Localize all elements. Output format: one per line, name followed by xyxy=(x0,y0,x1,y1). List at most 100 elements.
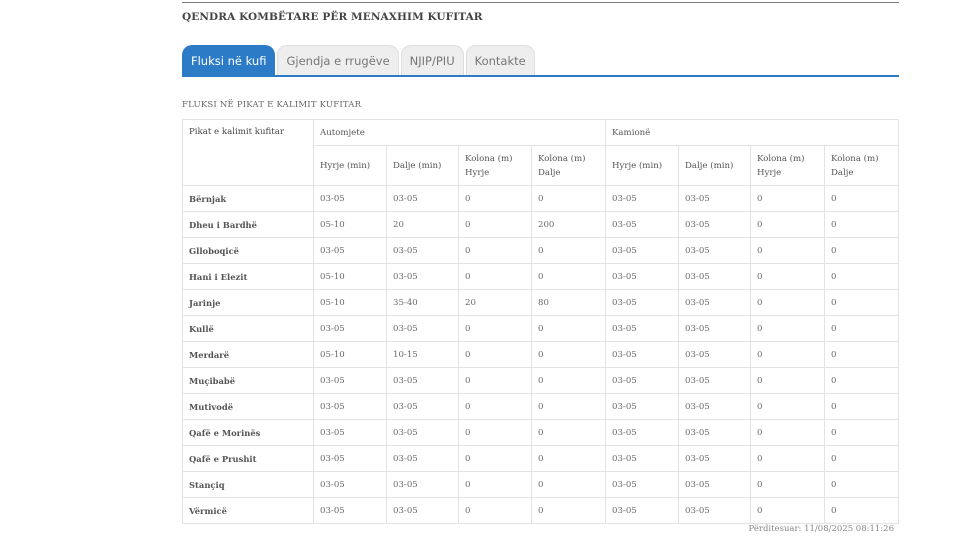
table-cell: 0 xyxy=(824,341,899,368)
table-cell: 0 xyxy=(531,237,606,264)
border-point-name: Qafë e Morinës xyxy=(182,419,314,446)
table-cell: 03-05 xyxy=(605,289,679,316)
table-cell: 03-05 xyxy=(386,315,459,342)
table-cell: 03-05 xyxy=(678,497,751,524)
border-point-name: Hani i Elezit xyxy=(182,263,314,290)
column-header: Hyrje (min) xyxy=(605,145,679,186)
table-cell: 03-05 xyxy=(605,445,679,472)
table-cell: 0 xyxy=(750,393,825,420)
table-cell: 0 xyxy=(824,367,899,394)
table-cell: 0 xyxy=(531,263,606,290)
table-cell: 80 xyxy=(531,289,606,316)
table-cell: 03-05 xyxy=(678,185,751,212)
table-cell: 0 xyxy=(458,393,532,420)
table-row: Stançiq 03-05 03-05 0 0 03-05 03-05 0 0 xyxy=(182,471,899,498)
table-cell: 03-05 xyxy=(678,211,751,238)
table-cell: 03-05 xyxy=(678,393,751,420)
tab-bar: Fluksi në kufi Gjendja e rrugëve NJIP/PI… xyxy=(182,44,537,75)
table-cell: 03-05 xyxy=(386,419,459,446)
table-cell: 0 xyxy=(750,445,825,472)
table-cell: 0 xyxy=(824,419,899,446)
table-cell: 03-05 xyxy=(386,367,459,394)
table-cell: 03-05 xyxy=(678,263,751,290)
border-point-name: Qafë e Prushit xyxy=(182,445,314,472)
table-cell: 0 xyxy=(531,419,606,446)
column-header: Kolona (m) Hyrje xyxy=(750,145,825,186)
cars-group-header: Automjete xyxy=(313,119,606,146)
table-cell: 0 xyxy=(824,315,899,342)
table-cell: 0 xyxy=(824,185,899,212)
border-point-name: Vërmicë xyxy=(182,497,314,524)
table-cell: 03-05 xyxy=(605,367,679,394)
table-row: Qafë e Prushit 03-05 03-05 0 0 03-05 03-05 0 0 xyxy=(182,445,899,472)
border-point-name: Kullë xyxy=(182,315,314,342)
border-point-name: Dheu i Bardhë xyxy=(182,211,314,238)
table-cell: 0 xyxy=(750,237,825,264)
table-row: Dheu i Bardhë 05-10 20 0 200 03-05 03-05 0 0 xyxy=(182,211,899,238)
table-cell: 03-05 xyxy=(313,497,387,524)
table-cell: 03-05 xyxy=(313,471,387,498)
tab-gjendja-e-rrugeve[interactable]: Gjendja e rrugëve xyxy=(277,45,399,75)
table-cell: 03-05 xyxy=(678,367,751,394)
table-cell: 0 xyxy=(458,445,532,472)
table-cell: 03-05 xyxy=(386,185,459,212)
column-header: Kolona (m) Hyrje xyxy=(458,145,532,186)
table-row: Qafë e Morinës 03-05 03-05 0 0 03-05 03-05 0 0 xyxy=(182,419,899,446)
tab-kontakte[interactable]: Kontakte xyxy=(465,45,535,75)
table-cell: 03-05 xyxy=(313,419,387,446)
tab-njip-piu[interactable]: NJIP/PIU xyxy=(400,45,464,75)
tab-fluksi-ne-kufi[interactable]: Fluksi në kufi xyxy=(182,45,276,75)
table-row: Jarinje 05-10 35-40 20 80 03-05 03-05 0 0 xyxy=(182,289,899,316)
table-row: Mutivodë 03-05 03-05 0 0 03-05 03-05 0 0 xyxy=(182,393,899,420)
table-cell: 03-05 xyxy=(313,393,387,420)
table-cell: 03-05 xyxy=(386,445,459,472)
table-cell: 0 xyxy=(531,185,606,212)
table-row: Merdarë 05-10 10-15 0 0 03-05 03-05 0 0 xyxy=(182,341,899,368)
table-cell: 03-05 xyxy=(605,341,679,368)
table-cell: 0 xyxy=(458,419,532,446)
table-cell: 03-05 xyxy=(605,497,679,524)
section-title: FLUKSI NË PIKAT E KALIMIT KUFITAR xyxy=(182,100,362,110)
table-cell: 20 xyxy=(386,211,459,238)
table-cell: 03-05 xyxy=(605,419,679,446)
table-cell: 0 xyxy=(458,341,532,368)
table-cell: 03-05 xyxy=(386,393,459,420)
table-cell: 03-05 xyxy=(678,289,751,316)
table-cell: 05-10 xyxy=(313,289,387,316)
table-cell: 03-05 xyxy=(313,445,387,472)
table-cell: 03-05 xyxy=(313,315,387,342)
table-cell: 0 xyxy=(824,393,899,420)
table-cell: 0 xyxy=(750,367,825,394)
table-cell: 35-40 xyxy=(386,289,459,316)
table-cell: 0 xyxy=(824,471,899,498)
table-cell: 03-05 xyxy=(313,185,387,212)
table-cell: 0 xyxy=(750,315,825,342)
tab-underline xyxy=(182,75,899,77)
border-point-name: Glloboqicë xyxy=(182,237,314,264)
table-cell: 03-05 xyxy=(605,211,679,238)
table-cell: 0 xyxy=(531,367,606,394)
table-cell: 03-05 xyxy=(678,419,751,446)
table-cell: 03-05 xyxy=(386,237,459,264)
table-cell: 0 xyxy=(531,393,606,420)
table-cell: 0 xyxy=(458,497,532,524)
table-cell: 0 xyxy=(531,497,606,524)
table-cell: 0 xyxy=(750,341,825,368)
table-cell: 03-05 xyxy=(605,237,679,264)
table-cell: 0 xyxy=(531,341,606,368)
border-point-name: Mutivodë xyxy=(182,393,314,420)
table-cell: 0 xyxy=(750,263,825,290)
table-row: Bërnjak 03-05 03-05 0 0 03-05 03-05 0 0 xyxy=(182,185,899,212)
border-point-name: Muçibabë xyxy=(182,367,314,394)
table-cell: 03-05 xyxy=(605,393,679,420)
top-divider xyxy=(182,2,899,3)
table-cell: 0 xyxy=(750,419,825,446)
table-cell: 0 xyxy=(824,497,899,524)
column-header: Hyrje (min) xyxy=(313,145,387,186)
table-row: Muçibabë 03-05 03-05 0 0 03-05 03-05 0 0 xyxy=(182,367,899,394)
column-header: Dalje (min) xyxy=(386,145,459,186)
table-cell: 0 xyxy=(458,471,532,498)
table-cell: 0 xyxy=(824,445,899,472)
table-cell: 10-15 xyxy=(386,341,459,368)
table-cell: 05-10 xyxy=(313,211,387,238)
